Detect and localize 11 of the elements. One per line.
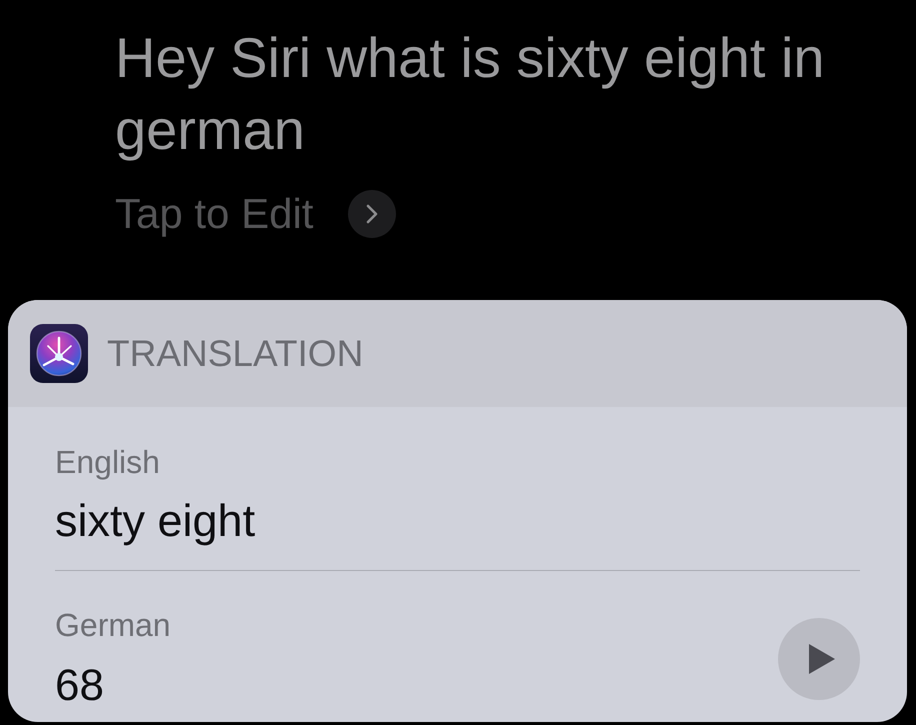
translation-text: sixty eight bbox=[55, 495, 256, 547]
edit-button[interactable] bbox=[348, 190, 396, 238]
translation-text: 68 bbox=[55, 660, 105, 712]
edit-hint: Tap to Edit bbox=[115, 190, 314, 238]
orb-app-icon bbox=[30, 324, 88, 383]
play-icon bbox=[809, 644, 835, 674]
card-title: TRANSLATION bbox=[107, 332, 364, 374]
language-label: English bbox=[55, 443, 161, 481]
query-text: Hey Siri what is sixty eight in german bbox=[115, 25, 826, 163]
chevron-right-icon bbox=[366, 204, 378, 224]
language-label: German bbox=[55, 606, 171, 644]
